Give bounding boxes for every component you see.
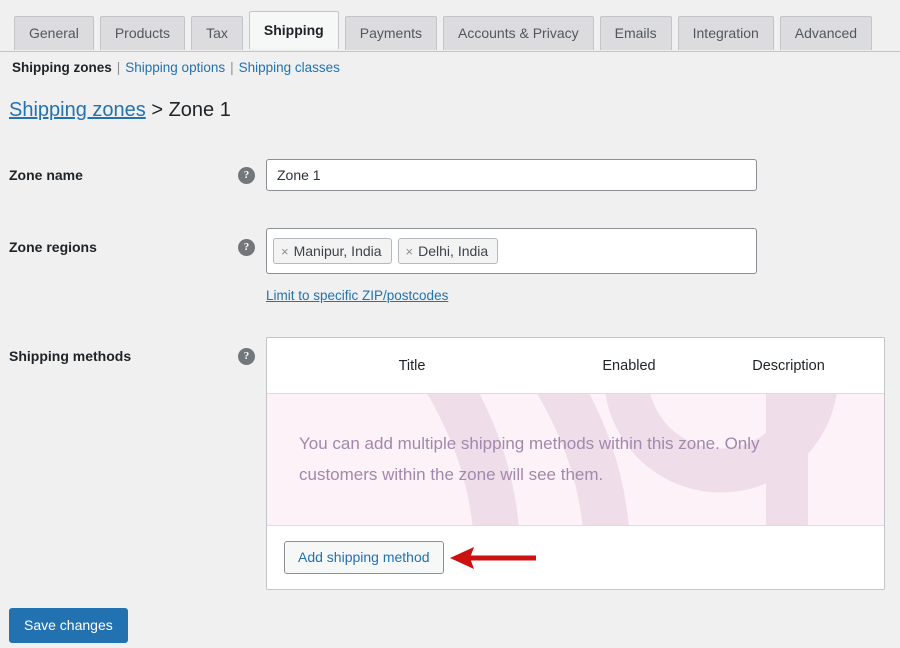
shipping-subnav: Shipping zones | Shipping options | Ship… [12,60,340,75]
zone-name-input[interactable] [266,159,757,191]
shipping-methods-empty-state: You can add multiple shipping methods wi… [267,394,884,526]
add-shipping-method-button[interactable]: Add shipping method [284,540,444,575]
settings-tab-bar: General Products Tax Shipping Payments A… [0,0,900,52]
save-changes-button[interactable]: Save changes [9,608,128,644]
tab-products[interactable]: Products [99,16,186,50]
zone-regions-label: Zone regions [9,239,97,255]
tab-integration[interactable]: Integration [677,16,774,50]
limit-to-zip-postcodes-link[interactable]: Limit to specific ZIP/postcodes [266,288,448,303]
region-chip[interactable]: × Delhi, India [397,238,499,264]
subnav-item-shipping-zones[interactable]: Shipping zones [12,60,112,75]
subnav-item-shipping-classes[interactable]: Shipping classes [239,60,340,75]
column-header-description: Description [752,357,825,374]
shipping-methods-table: Title Enabled Description You can add mu… [266,337,885,590]
table-header-row: Title Enabled Description [267,338,884,394]
zone-regions-token-field[interactable]: × Manipur, India × Delhi, India [266,228,757,274]
remove-icon[interactable]: × [406,244,414,259]
tab-payments[interactable]: Payments [344,16,437,50]
page-title: Zone 1 [168,99,231,121]
subnav-item-shipping-options[interactable]: Shipping options [125,60,225,75]
breadcrumb-link-shipping-zones[interactable]: Shipping zones [9,99,146,121]
column-header-title: Title [398,357,426,374]
breadcrumb-separator: > [151,99,164,121]
empty-state-message: You can add multiple shipping methods wi… [299,434,760,484]
remove-icon[interactable]: × [281,244,289,259]
region-chip[interactable]: × Manipur, India [273,238,392,264]
tab-tax[interactable]: Tax [191,16,243,50]
shipping-methods-footer: Add shipping method [267,526,884,589]
column-header-enabled: Enabled [602,357,656,374]
breadcrumb: Shipping zones > Zone 1 [9,99,231,122]
tab-advanced[interactable]: Advanced [779,16,873,50]
zone-name-label: Zone name [9,167,83,183]
region-chip-label: Delhi, India [418,243,489,259]
region-chip-label: Manipur, India [293,243,382,259]
question-mark-icon[interactable]: ? [238,239,255,256]
tab-general[interactable]: General [14,16,94,50]
tab-accounts-and-privacy[interactable]: Accounts & Privacy [443,16,594,50]
tab-emails[interactable]: Emails [599,16,672,50]
subnav-separator-1: | [116,60,121,75]
shipping-methods-label: Shipping methods [9,348,132,364]
settings-tabs: General Products Tax Shipping Payments A… [14,11,873,50]
question-mark-icon[interactable]: ? [238,167,255,184]
subnav-separator-2: | [230,60,234,75]
question-mark-icon[interactable]: ? [238,348,255,365]
tab-shipping[interactable]: Shipping [248,11,339,49]
